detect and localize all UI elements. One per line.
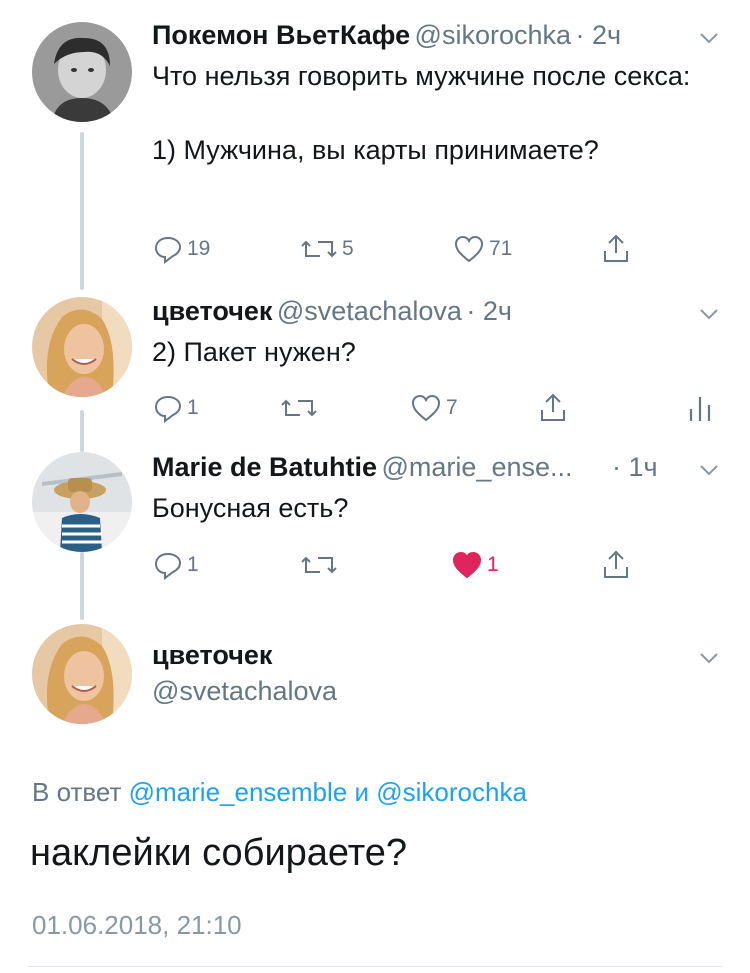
reply-icon (154, 236, 182, 264)
tweet-time: · 2ч (466, 296, 512, 326)
share-button[interactable] (600, 233, 632, 265)
reply-context: В ответ @marie_ensemble и @sikorochka (32, 777, 527, 808)
avatar[interactable] (32, 22, 132, 122)
reply-count: 19 (187, 237, 211, 260)
heart-filled-icon (452, 551, 482, 579)
retweet-button[interactable] (300, 550, 342, 580)
avatar[interactable] (32, 452, 132, 552)
heart-icon (454, 235, 484, 263)
chevron-down-icon[interactable] (698, 27, 720, 49)
analytics-button[interactable] (688, 393, 712, 423)
divider (28, 966, 722, 967)
reply-prefix: В ответ (32, 777, 122, 807)
retweet-icon (281, 399, 317, 417)
chevron-down-icon[interactable] (698, 647, 720, 669)
reply-and: и (354, 777, 369, 807)
chevron-down-icon[interactable] (698, 459, 720, 481)
tweet-text: наклейки собираете? (30, 832, 408, 874)
like-button[interactable]: 1 (451, 550, 499, 580)
thread-line (80, 132, 84, 290)
retweet-icon (301, 556, 337, 574)
analytics-icon (689, 397, 711, 421)
reply-count: 1 (187, 553, 199, 576)
reply-icon (154, 552, 182, 580)
author-handle[interactable]: @svetachalova (277, 296, 462, 326)
heart-icon (411, 394, 441, 422)
thread-line (80, 552, 84, 620)
like-button[interactable]: 7 (410, 393, 458, 423)
reply-count: 1 (187, 396, 199, 419)
mention-link[interactable]: @sikorochka (376, 777, 527, 807)
tweet-timestamp[interactable]: 01.06.2018, 21:10 (32, 910, 242, 941)
thread-line (80, 410, 84, 452)
retweet-icon (301, 240, 337, 258)
like-button[interactable]: 71 (453, 234, 512, 264)
reply-button[interactable]: 19 (153, 234, 210, 264)
share-button[interactable] (600, 549, 632, 581)
reply-button[interactable]: 1 (153, 393, 199, 423)
retweet-count: 5 (342, 237, 354, 260)
author-handle[interactable]: @marie_ense... (382, 452, 573, 482)
author-name[interactable]: цветочек (152, 640, 272, 671)
author-handle[interactable]: @svetachalova (152, 676, 337, 707)
reply-button[interactable]: 1 (153, 550, 199, 580)
author-name[interactable]: Marie de Batuhtie (152, 452, 377, 482)
author-handle[interactable]: @sikorochka (415, 20, 571, 50)
avatar[interactable] (32, 624, 132, 724)
tweet-text: Бонусная есть? (152, 493, 349, 523)
tweet-text: 2) Пакет нужен? (152, 337, 356, 367)
chevron-down-icon[interactable] (698, 303, 720, 325)
retweet-button[interactable]: 5 (300, 234, 354, 264)
author-name[interactable]: Покемон ВьетКафе (152, 20, 410, 50)
share-icon (604, 550, 628, 578)
mention-link[interactable]: @marie_ensemble (129, 777, 348, 807)
like-count: 71 (489, 237, 513, 260)
tweet-time: · 2ч (575, 20, 622, 50)
tweet-time: · 1ч (612, 452, 658, 482)
author-name[interactable]: цветочек (152, 296, 272, 326)
tweet-text: Что нельзя говорить мужчине после секса:… (152, 61, 691, 165)
like-count: 1 (487, 553, 499, 576)
like-count: 7 (446, 396, 458, 419)
avatar[interactable] (32, 297, 132, 397)
share-button[interactable] (537, 392, 569, 424)
share-icon (604, 234, 628, 262)
share-icon (541, 393, 565, 421)
reply-icon (154, 395, 182, 423)
retweet-button[interactable] (280, 393, 322, 423)
